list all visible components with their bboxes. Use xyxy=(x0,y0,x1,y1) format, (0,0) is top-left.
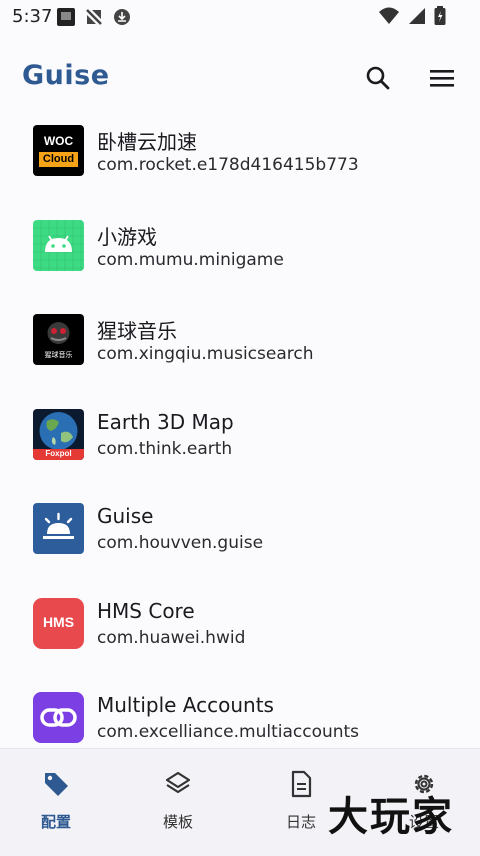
app-list-item[interactable]: Guise com.houvven.guise xyxy=(0,483,480,578)
app-package: com.xingqiu.musicsearch xyxy=(97,344,314,364)
layers-icon xyxy=(163,769,193,799)
app-name: 小游戏 xyxy=(97,224,157,249)
menu-button[interactable] xyxy=(422,58,462,98)
search-button[interactable] xyxy=(358,58,398,98)
nav-item-config[interactable]: 配置 xyxy=(16,769,96,839)
app-list-item[interactable]: Multiple Accounts com.excelliance.multia… xyxy=(0,672,480,747)
nav-label: 日志 xyxy=(285,813,316,831)
search-icon xyxy=(366,66,390,90)
slash-notification-icon xyxy=(86,9,102,25)
app-title: Guise xyxy=(22,60,110,91)
notification-icons xyxy=(56,7,132,27)
app-name: 猩球音乐 xyxy=(97,319,177,343)
status-time: 5:37 xyxy=(12,6,53,27)
woc-cloud-icon: WOC Cloud xyxy=(33,125,84,176)
app-list-item[interactable]: HMS HMS Core com.huawei.hwid xyxy=(0,578,480,673)
app-package: com.huawei.hwid xyxy=(97,627,246,648)
app-name: Earth 3D Map xyxy=(97,409,234,434)
earth-globe-icon: Foxpol xyxy=(33,408,84,460)
xingqiu-music-icon: 猩球音乐 xyxy=(33,314,84,365)
hms-logo: HMS xyxy=(33,597,84,649)
app-list: WOC Cloud 卧槽云加速 com.rocket.e178d416415b7… xyxy=(0,105,480,747)
app-package: com.rocket.e178d416415b773 xyxy=(97,155,359,175)
app-name: 卧槽云加速 xyxy=(97,130,197,154)
system-status-icons xyxy=(378,6,446,26)
app-package: com.excelliance.multiaccounts xyxy=(97,722,360,742)
app-list-item[interactable]: Foxpol Earth 3D Map com.think.earth xyxy=(0,389,480,484)
nav-label: 模板 xyxy=(162,813,193,831)
menu-icon xyxy=(430,70,454,87)
app-package: com.houvven.guise xyxy=(97,533,264,553)
status-bar: 5:37 xyxy=(0,0,480,34)
android-robot-icon xyxy=(33,219,84,271)
app-notification-icon xyxy=(57,8,75,26)
app-list-item[interactable]: 小游戏 com.mumu.minigame xyxy=(0,200,480,295)
infinity-link-icon xyxy=(33,692,84,743)
battery-icon xyxy=(434,6,446,25)
signal-icon xyxy=(409,8,425,24)
wifi-icon xyxy=(379,7,399,24)
top-app-bar: Guise xyxy=(0,40,480,110)
sunrise-icon xyxy=(33,503,84,554)
app-name: HMS Core xyxy=(97,598,195,623)
download-icon xyxy=(114,9,130,25)
app-name: Multiple Accounts xyxy=(97,693,274,717)
document-icon xyxy=(286,769,316,799)
tag-icon xyxy=(41,769,71,799)
app-name: Guise xyxy=(97,504,154,528)
nav-label: 配置 xyxy=(40,813,71,831)
app-package: com.think.earth xyxy=(97,438,233,459)
app-list-item[interactable]: 猩球音乐 猩球音乐 com.xingqiu.musicsearch xyxy=(0,294,480,389)
app-package: com.mumu.minigame xyxy=(97,249,284,270)
nav-item-template[interactable]: 模板 xyxy=(138,769,218,839)
app-list-item[interactable]: WOC Cloud 卧槽云加速 com.rocket.e178d416415b7… xyxy=(0,105,480,200)
watermark-logo: 大玩家 xyxy=(328,794,454,840)
